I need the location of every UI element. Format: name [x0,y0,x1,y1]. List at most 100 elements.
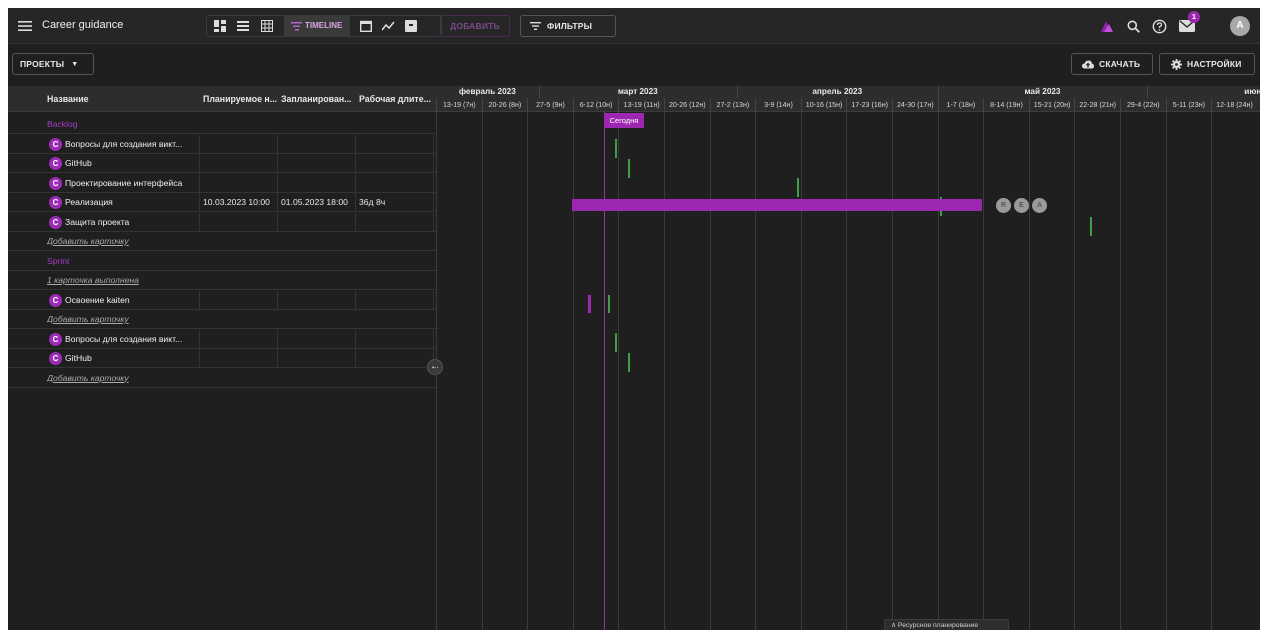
duration-cell[interactable] [356,290,434,310]
add-card-link[interactable]: Добавить карточку [47,232,347,251]
week-gridline [1211,112,1213,630]
chart-view-icon[interactable] [381,19,395,33]
list-view-icon[interactable] [236,19,250,33]
table-row[interactable]: C GitHub [8,154,436,173]
planned-end-cell[interactable] [278,349,356,368]
planned-end-cell[interactable] [278,290,356,310]
osvoenie-bar[interactable] [588,295,591,313]
month-separator [538,86,540,98]
table-link-row[interactable]: Добавить карточку [8,310,436,329]
planned-end-cell[interactable] [278,173,356,193]
planned-start-cell[interactable] [200,290,278,310]
duration-cell[interactable] [356,134,434,154]
table-row[interactable]: C Освоение kaiten [8,290,436,310]
duration-cell[interactable] [356,212,434,232]
add-button[interactable]: ДОБАВИТЬ [440,15,510,37]
search-icon[interactable] [1126,19,1140,33]
week-gridline [983,112,985,630]
duration-cell[interactable] [356,173,434,193]
milestone-marker[interactable] [1090,217,1092,236]
week-gridline [481,112,483,630]
milestone-marker[interactable] [608,295,610,313]
planned-start-cell[interactable]: 10.03.2023 10:00 [200,193,278,212]
card-title[interactable]: Проектирование интерфейса [65,173,200,193]
planned-start-cell[interactable] [200,212,278,232]
planned-end-cell[interactable] [278,212,356,232]
add-card-link[interactable]: Добавить карточку [47,310,347,329]
space-title[interactable]: Career guidance [42,19,123,31]
assignee-avatar[interactable]: A [1032,198,1047,213]
week-header: 3-9 (14н) [755,98,801,112]
table-row[interactable]: C Реализация 10.03.2023 10:00 01.05.2023 18… [8,193,436,212]
hint-icon[interactable] [1098,18,1114,34]
table-link-row[interactable]: Добавить карточку [8,369,436,388]
menu-icon[interactable] [18,19,32,33]
card-title[interactable]: GitHub [65,349,200,368]
card-title[interactable]: Реализация [65,193,200,212]
duration-cell[interactable]: 36д 8ч [356,193,434,212]
user-avatar[interactable]: A [1230,16,1250,36]
add-card-link[interactable]: 1 карточка выполнена [47,271,347,290]
duration-cell[interactable] [356,329,434,349]
column-header-planned-end[interactable]: Запланирован... [278,86,356,112]
table-link-row[interactable]: Добавить карточку [8,232,436,251]
resource-planning-toggle[interactable]: ∧ Ресурсное планирование [884,619,1009,630]
table-link-row[interactable]: 1 карточка выполнена [8,271,436,290]
milestone-marker[interactable] [615,333,617,352]
week-header: 24-30 (17н) [892,98,938,112]
planned-end-cell[interactable] [278,329,356,349]
planned-end-cell[interactable] [278,134,356,154]
milestone-marker[interactable] [797,178,799,197]
planned-end-cell[interactable] [278,154,356,173]
milestone-marker[interactable] [628,353,630,372]
table-row[interactable]: C Проектирование интерфейса [8,173,436,193]
table-row[interactable]: C GitHub [8,349,436,368]
table-row[interactable]: C Вопросы для создания викт... [8,329,436,349]
week-gridline [618,112,620,630]
table-row[interactable]: C Вопросы для создания викт... [8,134,436,154]
planned-start-cell[interactable] [200,134,278,154]
projects-label: ПРОЕКТЫ [20,59,65,69]
table-view-icon[interactable] [260,19,274,33]
week-gridline [846,112,848,630]
projects-dropdown[interactable]: ПРОЕКТЫ ▼ [12,53,94,75]
settings-button[interactable]: НАСТРОЙКИ [1159,53,1255,75]
week-gridline [937,112,939,630]
archive-view-icon[interactable] [404,19,418,33]
planned-start-cell[interactable] [200,329,278,349]
notification-badge: 1 [1188,11,1200,23]
board-view-icon[interactable] [213,19,227,33]
week-header: 20-26 (12н) [664,98,710,112]
card-title[interactable]: GitHub [65,154,200,173]
column-header-name[interactable]: Название [44,86,200,112]
add-card-link[interactable]: Добавить карточку [47,369,347,388]
calendar-view-icon[interactable] [359,19,373,33]
lane-title: Backlog [47,119,78,129]
table-row[interactable]: C Защита проекта [8,212,436,232]
planned-end-cell[interactable]: 01.05.2023 18:00 [278,193,356,212]
filters-button[interactable]: ФИЛЬТРЫ [520,15,616,37]
week-header: 17-23 (16н) [846,98,892,112]
planned-start-cell[interactable] [200,349,278,368]
cloud-upload-icon [1082,60,1094,68]
planned-start-cell[interactable] [200,154,278,173]
duration-cell[interactable] [356,154,434,173]
column-header-work-duration[interactable]: Рабочая длите... [356,86,434,112]
week-header: 8-14 (19н) [983,98,1029,112]
card-type-badge: C [49,215,62,229]
card-title[interactable]: Вопросы для создания викт... [65,329,200,349]
download-button[interactable]: СКАЧАТЬ [1071,53,1153,75]
milestone-marker[interactable] [628,159,630,178]
card-title[interactable]: Защита проекта [65,212,200,232]
card-title[interactable]: Вопросы для создания викт... [65,134,200,154]
assignee-avatar[interactable]: E [1014,198,1029,213]
duration-cell[interactable] [356,349,434,368]
column-header-planned-start[interactable]: Планируемое н... [200,86,278,112]
month-header: февраль 2023 [458,87,516,96]
help-icon[interactable] [1151,18,1167,34]
milestone-marker[interactable] [615,139,617,158]
planned-start-cell[interactable] [200,173,278,193]
card-title[interactable]: Освоение kaiten [65,290,200,310]
assignee-avatar[interactable]: R [996,198,1011,213]
realizatsiya-bar[interactable] [572,199,982,211]
